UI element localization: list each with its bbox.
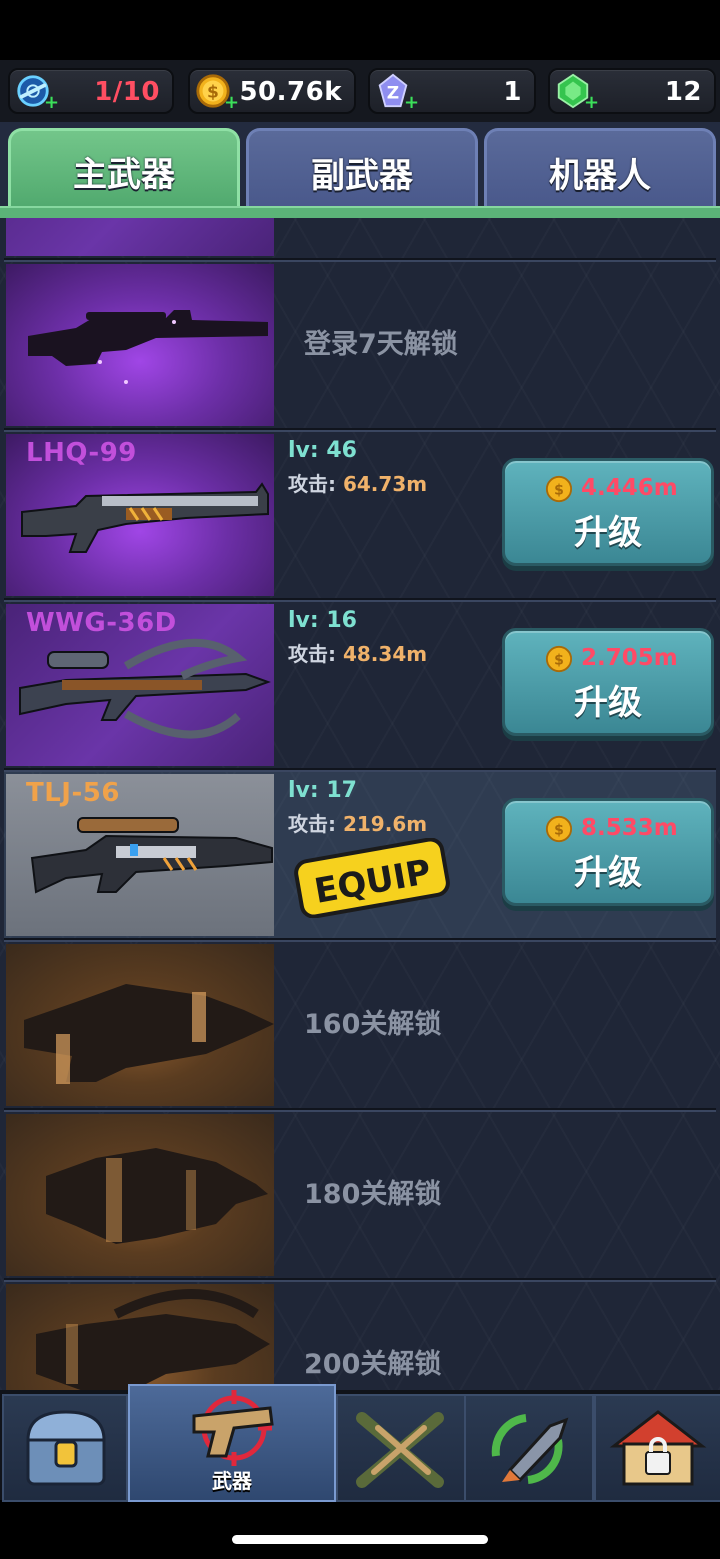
svg-text:$: $ (554, 483, 564, 499)
add-icon[interactable]: + (224, 94, 239, 112)
resource-bar: + 1/10 $ + 50.76k Z + 1 + 12 (0, 60, 720, 122)
pistol-target-icon (192, 1390, 274, 1466)
crossed-guns-icon (356, 1412, 444, 1488)
gem-counter[interactable]: + 12 (548, 68, 716, 114)
svg-text:$: $ (554, 653, 564, 669)
weapon-level: lv: 46 (288, 438, 357, 463)
nav-weapons-label: 武器 (212, 1469, 252, 1493)
missile-refresh-icon (491, 1414, 569, 1484)
crystal-value: 1 (503, 77, 522, 107)
coin-value: 50.76k (239, 77, 342, 107)
coin-icon: $ (545, 475, 573, 503)
upgrade-label: 升级 (574, 683, 642, 723)
list-item[interactable]: 登录7天解锁 (4, 260, 716, 430)
list-item[interactable]: TLJ-56 lv: 17 攻击: 219.6m EQUIP $ 8.533m … (4, 770, 716, 940)
weapon-level: lv: 17 (288, 778, 357, 803)
upgrade-button[interactable]: $ 2.705m 升级 (502, 628, 714, 736)
game-screen: + 1/10 $ + 50.76k Z + 1 + 12 主武器 副武器 机器人… (0, 0, 720, 1559)
treasure-chest-icon (26, 1410, 106, 1486)
coin-icon: $ (545, 815, 573, 843)
list-item[interactable]: 180关解锁 (4, 1110, 716, 1280)
weapon-attack: 攻击: 64.73m (288, 472, 428, 496)
upgrade-cost: 8.533m (581, 815, 678, 841)
weapon-level: lv: 16 (288, 608, 357, 633)
locked-house-icon (609, 1410, 707, 1486)
list-item (4, 218, 716, 260)
add-icon[interactable]: + (404, 94, 419, 112)
add-icon[interactable]: + (44, 94, 59, 112)
home-indicator[interactable] (232, 1535, 488, 1544)
sniper-rifle-silhouette-icon (28, 310, 268, 384)
weapon-attack: 攻击: 48.34m (288, 642, 428, 666)
tab-robot[interactable]: 机器人 (484, 128, 716, 213)
upgrade-button[interactable]: $ 8.533m 升级 (502, 798, 714, 906)
nav-weapons[interactable]: 武器 (128, 1384, 336, 1502)
tab-primary-weapon[interactable]: 主武器 (8, 128, 240, 211)
nav-upgrade[interactable] (464, 1394, 594, 1502)
nav-chest[interactable] (2, 1394, 128, 1502)
list-item[interactable]: WWG-36D lv: 16 攻击: 48.34m $ 2.705m 升级 (4, 600, 716, 770)
weapon-thumbnail (6, 264, 274, 426)
nav-base[interactable] (594, 1394, 720, 1502)
weapon-thumbnail (6, 218, 274, 256)
energy-value: 1/10 (94, 77, 160, 107)
unlock-requirement: 登录7天解锁 (304, 329, 458, 360)
nav-armory[interactable] (336, 1394, 466, 1502)
weapon-attack: 攻击: 219.6m (288, 812, 428, 836)
list-item[interactable]: 200关解锁 (4, 1280, 716, 1390)
unlock-requirement: 180关解锁 (304, 1179, 442, 1210)
weapon-name: LHQ-99 (26, 438, 137, 468)
gem-value: 12 (664, 77, 702, 107)
tab-secondary-weapon[interactable]: 副武器 (246, 128, 478, 213)
svg-text:$: $ (554, 823, 564, 839)
equipped-badge: EQUIP (294, 838, 450, 918)
upgrade-cost: 2.705m (581, 645, 678, 671)
coin-icon: $ (545, 645, 573, 673)
weapon-thumbnail (6, 1114, 274, 1276)
upgrade-cost: 4.446m (581, 475, 678, 501)
upgrade-label: 升级 (574, 853, 642, 893)
energy-counter[interactable]: + 1/10 (8, 68, 174, 114)
locked-weapon-silhouette-icon (46, 1148, 268, 1244)
crystal-counter[interactable]: Z + 1 (368, 68, 536, 114)
weapon-name: TLJ-56 (26, 778, 120, 808)
upgrade-label: 升级 (574, 513, 642, 553)
list-item[interactable]: LHQ-99 lv: 46 攻击: 64.73m $ 4.446m 升级 (4, 430, 716, 600)
bottom-navigation: 武器 (0, 1384, 720, 1502)
svg-text:Z: Z (387, 84, 399, 104)
unlock-requirement: 160关解锁 (304, 1009, 442, 1040)
coin-counter[interactable]: $ + 50.76k (188, 68, 356, 114)
unlock-requirement: 200关解锁 (304, 1349, 442, 1380)
weapon-thumbnail (6, 1284, 274, 1390)
list-item[interactable]: 160关解锁 (4, 940, 716, 1110)
locked-weapon-silhouette-icon (36, 1289, 270, 1390)
upgrade-button[interactable]: $ 4.446m 升级 (502, 458, 714, 566)
weapon-name: WWG-36D (26, 608, 177, 638)
weapon-list[interactable]: 登录7天解锁 LHQ-99 lv: 46 攻击: 64.73m $ 4.446m… (0, 218, 720, 1390)
add-icon[interactable]: + (584, 94, 599, 112)
svg-text:$: $ (207, 83, 219, 103)
weapon-thumbnail (6, 944, 274, 1106)
locked-weapon-silhouette-icon (24, 984, 274, 1084)
